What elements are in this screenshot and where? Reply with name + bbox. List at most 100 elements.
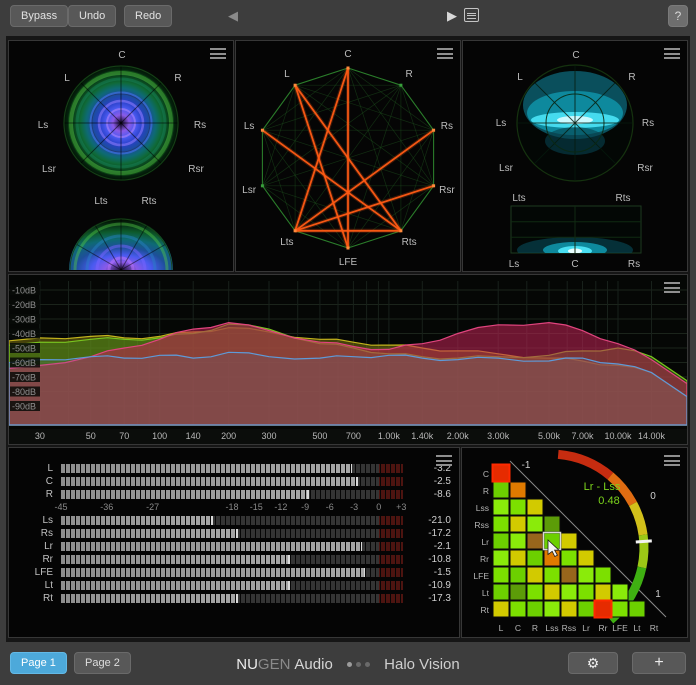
panel-menu-icon[interactable] <box>210 48 226 62</box>
undo-button[interactable]: Undo <box>68 5 116 27</box>
label: Lt <box>633 623 641 633</box>
meter-row: Rs-17.2 <box>17 527 451 540</box>
label: Rr <box>480 554 489 564</box>
meter-channel-label: Lr <box>17 541 53 552</box>
correlation-cell[interactable] <box>561 550 577 566</box>
correlation-cell[interactable] <box>595 601 611 617</box>
correlation-cell[interactable] <box>510 499 526 515</box>
correlation-cell[interactable] <box>510 601 526 617</box>
meter-value: -2.5 <box>403 476 451 487</box>
redo-button[interactable]: Redo <box>124 5 172 27</box>
correlation-cell[interactable] <box>544 550 560 566</box>
correlation-cell[interactable] <box>544 567 560 583</box>
web-node <box>294 229 297 232</box>
panel-menu-icon[interactable] <box>664 282 680 296</box>
correlation-cell[interactable] <box>493 584 509 600</box>
panel-menu-icon[interactable] <box>664 48 680 62</box>
correlation-cell[interactable] <box>561 584 577 600</box>
label: Rs <box>642 118 654 129</box>
spectrum-analyzer-visualization: 3050701001402003005007001.00k1.40k2.00k3… <box>9 275 687 444</box>
label: 50 <box>86 431 96 441</box>
label: 1.00k <box>378 431 401 441</box>
label: Rs <box>194 120 206 131</box>
correlation-cell[interactable] <box>493 465 509 481</box>
correlation-cell[interactable] <box>493 550 509 566</box>
correlation-cell[interactable] <box>544 584 560 600</box>
correlation-cell[interactable] <box>510 550 526 566</box>
correlation-cell[interactable] <box>527 516 543 532</box>
surround-scope-svg: CLRLsRsLsrRsrLtsRts <box>9 41 233 271</box>
correlation-cell[interactable] <box>510 482 526 498</box>
meter-row: LFE-1.5 <box>17 566 451 579</box>
web-node <box>399 229 402 232</box>
meter-row: Rr-10.8 <box>17 553 451 566</box>
meter-bar <box>61 477 403 486</box>
label: Lsr <box>242 185 257 196</box>
label: R <box>405 69 412 80</box>
label: Lts <box>512 193 525 204</box>
meter-scale: -45-36-27-18-15-12-9-6-30+3 <box>61 501 403 514</box>
label: -1 <box>522 460 531 471</box>
correlation-cell[interactable] <box>629 601 645 617</box>
label: Rsr <box>188 164 204 175</box>
polar-scope-panel: CLRLsRsLsrRsrLtsRtsLsCRs <box>462 40 688 272</box>
surround-scope-panel: CLRLsRsLsrRsrLtsRts <box>8 40 234 272</box>
correlation-cell[interactable] <box>527 601 543 617</box>
polar-scope-svg: CLRLsRsLsrRsrLtsRtsLsCRs <box>463 41 687 271</box>
correlation-cell[interactable] <box>493 482 509 498</box>
correlation-cell[interactable] <box>493 533 509 549</box>
correlation-cell[interactable] <box>595 567 611 583</box>
correlation-cell[interactable] <box>612 584 628 600</box>
settings-button[interactable]: ⚙ <box>568 652 618 674</box>
brand-gen: GEN <box>258 656 291 673</box>
panel-menu-icon[interactable] <box>436 455 452 469</box>
correlation-cell[interactable] <box>527 533 543 549</box>
correlation-cell[interactable] <box>510 584 526 600</box>
panel-menu-icon[interactable] <box>664 455 680 469</box>
correlation-cell[interactable] <box>493 601 509 617</box>
correlation-cell[interactable] <box>544 516 560 532</box>
label: Ls <box>496 118 507 129</box>
correlation-cell[interactable] <box>493 516 509 532</box>
bypass-button[interactable]: Bypass <box>10 5 68 27</box>
label: Lsr <box>42 164 57 175</box>
correlation-cell[interactable] <box>561 601 577 617</box>
polar-scope-visualization: CLRLsRsLsrRsrLtsRtsLsCRs <box>463 41 687 271</box>
correlation-cell[interactable] <box>561 567 577 583</box>
correlation-cell[interactable] <box>612 601 628 617</box>
correlation-cell[interactable] <box>527 499 543 515</box>
correlation-cell[interactable] <box>493 499 509 515</box>
panel-menu-icon[interactable] <box>437 48 453 62</box>
label: Lss <box>545 623 558 633</box>
preset-list-icon[interactable] <box>464 8 479 22</box>
label: Rss <box>474 520 489 530</box>
correlation-cell[interactable] <box>578 567 594 583</box>
history-back-icon[interactable]: ◀ <box>228 8 238 24</box>
correlation-cell[interactable] <box>578 601 594 617</box>
correlation-cell[interactable] <box>561 533 577 549</box>
label: C <box>572 50 579 61</box>
correlation-cell[interactable] <box>527 567 543 583</box>
history-forward-icon[interactable]: ▶ <box>447 8 457 24</box>
label: Rts <box>142 196 157 207</box>
correlation-cell[interactable] <box>527 550 543 566</box>
correlation-cell[interactable] <box>510 567 526 583</box>
correlation-cell[interactable] <box>595 584 611 600</box>
correlation-cell[interactable] <box>493 567 509 583</box>
correlation-matrix-visualization[interactable]: -101Lr - Lss0.48CRLssRssLrRrLFELtRtLCRLs… <box>462 448 687 637</box>
meter-bar <box>61 568 403 577</box>
correlation-cell[interactable] <box>578 550 594 566</box>
help-button[interactable]: ? <box>668 5 688 27</box>
label: 300 <box>261 431 276 441</box>
correlation-cell[interactable] <box>578 584 594 600</box>
page-indicator-dots[interactable] <box>345 654 372 671</box>
correlation-cell[interactable] <box>510 516 526 532</box>
label: C <box>118 50 125 61</box>
label: 100 <box>152 431 167 441</box>
add-panel-button[interactable]: + <box>632 652 686 674</box>
correlation-cell[interactable] <box>544 601 560 617</box>
web-node <box>432 184 435 187</box>
meter-bar <box>61 529 403 538</box>
correlation-cell[interactable] <box>510 533 526 549</box>
correlation-cell[interactable] <box>527 584 543 600</box>
